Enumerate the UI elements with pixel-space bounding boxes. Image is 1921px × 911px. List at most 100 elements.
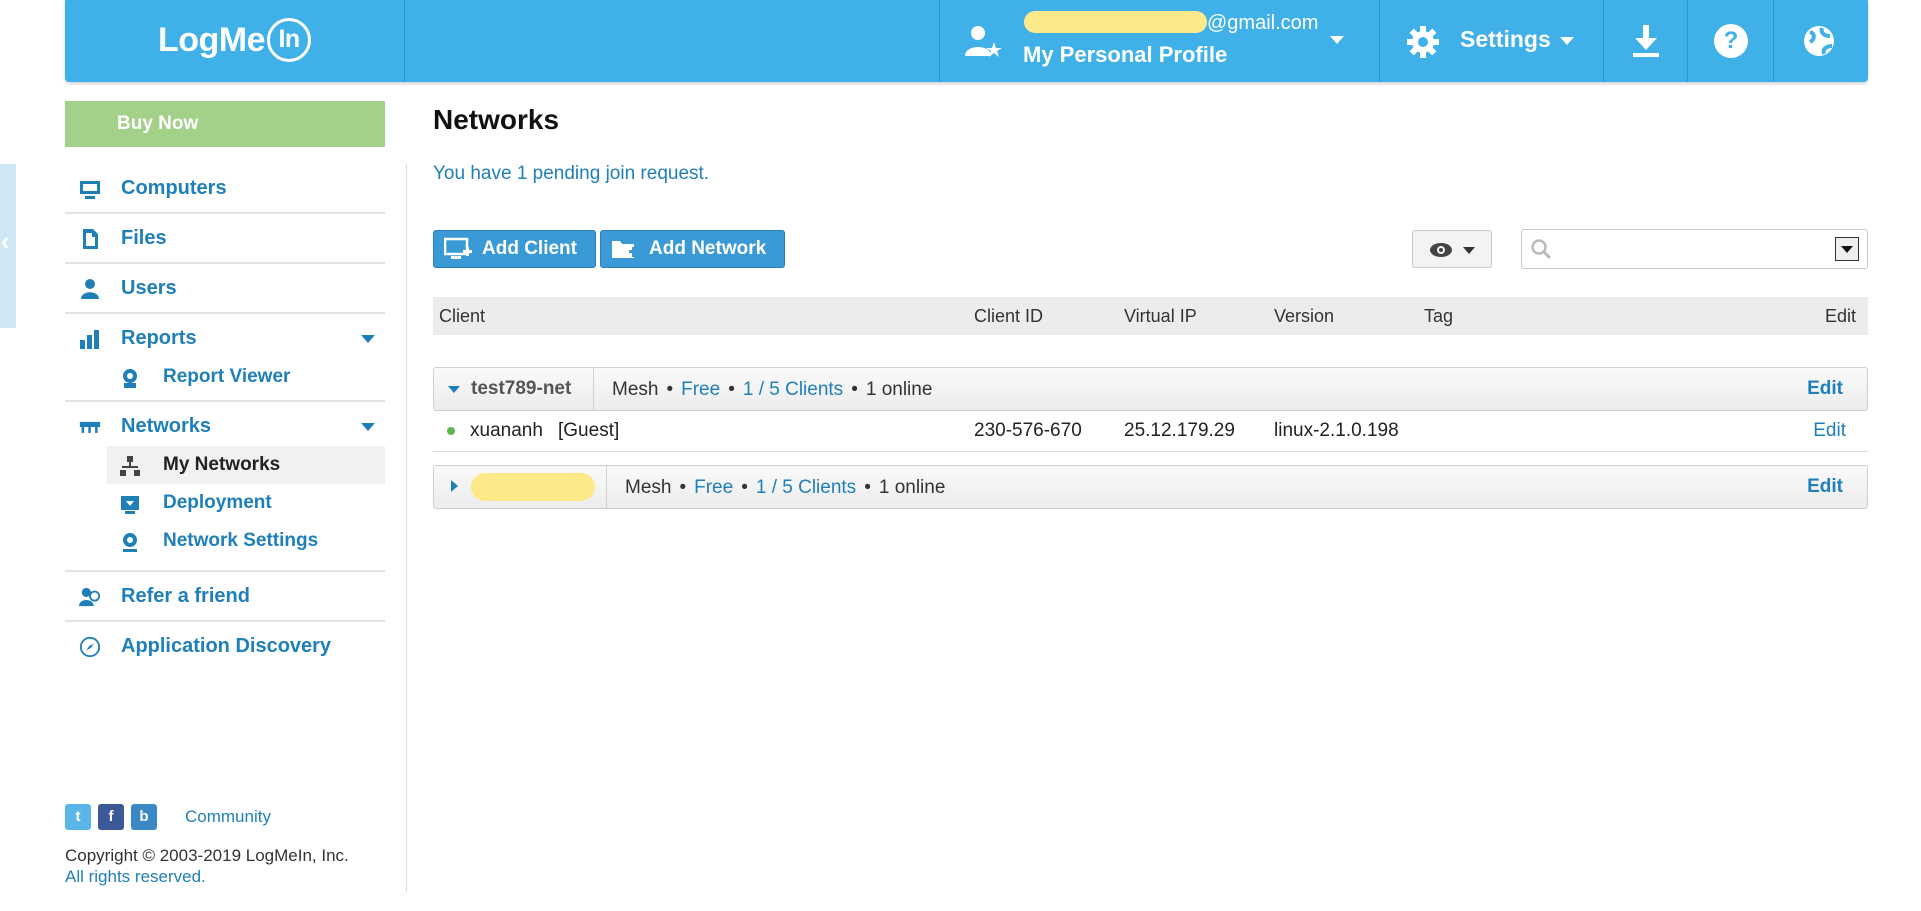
sidebar-item-users[interactable]: Users [65, 264, 385, 314]
gear-icon [1407, 26, 1439, 58]
network-group: Mesh • Free • 1 / 5 Clients • 1 online Edit [433, 465, 1868, 509]
blog-icon[interactable]: b [131, 804, 157, 830]
client-id: 230-576-670 [974, 420, 1082, 441]
monitor-icon [80, 181, 100, 199]
sidebar-item-networks[interactable]: Networks My Networks Deployment Network … [65, 402, 385, 572]
expand-toggle-icon[interactable] [451, 480, 458, 492]
sidebar-subitem-my-networks[interactable]: My Networks [107, 446, 385, 484]
eye-icon [1430, 243, 1452, 257]
sidebar-item-app-discovery[interactable]: Application Discovery [65, 622, 385, 672]
profile-name: My Personal Profile [1023, 42, 1228, 67]
clients-link[interactable]: 1 / 5 Clients [743, 379, 843, 400]
sidebar-subitem-deployment[interactable]: Deployment [65, 484, 385, 522]
network-icon [79, 421, 101, 433]
online-status-icon [447, 427, 455, 435]
edit-client-link[interactable]: Edit [1813, 420, 1846, 442]
view-options-button[interactable] [1412, 230, 1492, 268]
twitter-icon[interactable]: t [65, 804, 91, 830]
settings-label: Settings [1460, 26, 1551, 52]
refer-icon [79, 587, 101, 607]
column-client-id[interactable]: Client ID [974, 306, 1043, 327]
client-name: xuananh [470, 420, 543, 441]
chevron-down-icon [361, 423, 375, 431]
chevron-left-icon: ‹ [1, 226, 10, 256]
search-filter-dropdown[interactable] [1835, 237, 1859, 261]
sidebar-item-refer[interactable]: Refer a friend [65, 572, 385, 622]
chevron-down-icon [361, 335, 375, 343]
plan-link[interactable]: Free [681, 379, 720, 400]
language-button[interactable] [1773, 0, 1869, 82]
column-edit: Edit [1824, 306, 1856, 326]
virtual-ip: 25.12.179.29 [1124, 420, 1235, 441]
pending-join-request-link[interactable]: You have 1 pending join request. [433, 163, 709, 185]
help-button[interactable]: ? [1687, 0, 1774, 82]
clients-link[interactable]: 1 / 5 Clients [756, 477, 856, 498]
globe-icon [1804, 26, 1834, 56]
search-box [1521, 229, 1868, 269]
facebook-icon[interactable]: f [98, 804, 124, 830]
table-row[interactable]: xuananh [Guest] 230-576-670 25.12.179.29… [433, 412, 1868, 452]
edit-network-link[interactable]: Edit [1807, 476, 1843, 498]
header-divider [404, 0, 405, 82]
search-input[interactable] [1558, 236, 1822, 264]
divider [593, 368, 594, 410]
buy-now-button[interactable]: Buy Now [65, 101, 385, 147]
user-icon [81, 279, 99, 299]
deployment-icon [121, 496, 139, 514]
sidebar-subitem-network-settings[interactable]: Network Settings [65, 522, 385, 560]
column-version[interactable]: Version [1274, 306, 1334, 327]
edit-network-link[interactable]: Edit [1807, 378, 1843, 400]
help-icon: ? [1714, 24, 1748, 58]
client-version: linux-2.1.0.198 [1274, 420, 1399, 441]
network-group: test789-net Mesh • Free • 1 / 5 Clients • 1 on… [433, 367, 1868, 411]
add-network-icon [612, 241, 639, 258]
rights-link[interactable]: All rights reserved. [65, 867, 206, 887]
top-bar: LogMe In @gmail.com My Personal Profile S… [65, 0, 1868, 82]
logmein-logo[interactable]: LogMe In [158, 18, 312, 62]
add-network-button[interactable]: Add Network [600, 230, 785, 268]
logo-text: LogMe [158, 21, 266, 59]
add-client-icon [444, 237, 472, 259]
bar-chart-icon [80, 330, 99, 349]
network-meta: Mesh • Free • 1 / 5 Clients • 1 online [612, 379, 933, 400]
divider [606, 466, 607, 508]
add-client-button[interactable]: Add Client [433, 230, 596, 268]
chevron-down-icon [1330, 36, 1344, 44]
network-settings-icon [123, 533, 137, 552]
copyright: Copyright © 2003-2019 LogMeIn, Inc. [65, 846, 349, 865]
collapse-toggle-icon[interactable] [448, 386, 460, 393]
sidebar-item-files[interactable]: Files [65, 214, 385, 264]
download-button[interactable] [1603, 0, 1688, 82]
network-meta: Mesh • Free • 1 / 5 Clients • 1 online [625, 477, 946, 498]
download-icon [1633, 25, 1659, 57]
search-icon [1531, 239, 1552, 260]
logo-badge: In [267, 18, 312, 62]
table-header: Client Client ID Virtual IP Version Tag … [433, 297, 1868, 335]
redacted-network-name[interactable] [471, 473, 595, 501]
network-tree-icon [120, 456, 140, 476]
column-client[interactable]: Client [439, 306, 485, 327]
file-icon [83, 229, 98, 249]
sidebar-item-reports[interactable]: Reports Report Viewer [65, 314, 385, 402]
compass-icon [79, 636, 101, 658]
sidebar-collapse-tab[interactable]: ‹ [0, 164, 16, 328]
community-link[interactable]: Community [185, 807, 271, 827]
client-role: [Guest] [558, 420, 620, 441]
sidebar-subitem-report-viewer[interactable]: Report Viewer [65, 358, 385, 396]
column-tag[interactable]: Tag [1424, 306, 1453, 327]
column-virtual-ip[interactable]: Virtual IP [1124, 306, 1197, 327]
sidebar-divider [406, 164, 407, 892]
sidebar-nav: Computers Files Users Reports Report Vie… [65, 164, 385, 672]
sidebar-item-computers[interactable]: Computers [65, 164, 385, 214]
redacted-email [1024, 11, 1207, 33]
profile-menu[interactable]: @gmail.com My Personal Profile [939, 0, 1380, 82]
profile-email: @gmail.com [1024, 11, 1318, 35]
profile-icon [965, 26, 1002, 57]
chevron-down-icon [1463, 247, 1475, 254]
page-title: Networks [433, 104, 560, 135]
settings-menu[interactable]: Settings [1379, 0, 1604, 82]
network-name[interactable]: test789-net [471, 378, 571, 400]
plan-link[interactable]: Free [694, 477, 733, 498]
chevron-down-icon [1560, 37, 1574, 45]
report-viewer-icon [123, 369, 137, 388]
